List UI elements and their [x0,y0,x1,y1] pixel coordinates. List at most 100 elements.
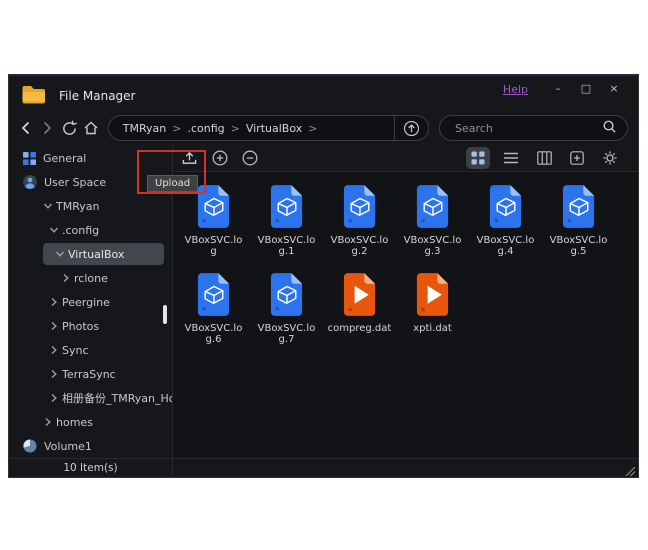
sidebar-item-sync[interactable]: Sync [9,338,172,362]
chevron-right-icon[interactable] [49,393,62,403]
file-name: VBoxSVC.log.2 [331,235,389,257]
sidebar-item-label: homes [56,416,93,429]
file-manager-window: File Manager Help – □ × TMRyan > .config > V… [8,74,639,478]
file-tile-vboxsvc-log-7[interactable]: VBoxSVC.log.7 [250,270,323,358]
log-file-icon [268,185,305,231]
user-icon [23,175,37,189]
file-tile-vboxsvc-log-2[interactable]: VBoxSVC.log.2 [323,182,396,270]
sidebar-item-label: User Space [44,176,106,189]
apps-icon [23,152,36,165]
close-button[interactable]: × [600,81,628,97]
log-file-icon [195,185,232,231]
sidebar-item-rclone[interactable]: rclone [9,266,172,290]
breadcrumb-item-config[interactable]: .config [187,122,224,135]
chevron-right-icon[interactable] [61,273,74,283]
item-count: 10 Item(s) [9,459,173,477]
chevron-right-icon[interactable] [49,345,62,355]
log-file-icon [414,185,451,231]
upload-button[interactable] [177,147,202,169]
home-button[interactable] [80,115,102,141]
disk-icon [23,439,37,453]
sidebar-item-label: Sync [62,344,89,357]
zoom-in-button[interactable] [207,147,232,169]
sidebar-item-photos[interactable]: Photos [9,314,172,338]
log-file-icon [487,185,524,231]
sidebar-item-tmryan[interactable]: TMRyan [9,194,172,218]
breadcrumb-item-tmryan[interactable]: TMRyan [123,122,166,135]
chevron-down-icon[interactable] [49,225,62,235]
file-tile-xpti-dat[interactable]: xpti.dat [396,270,469,358]
sidebar-item-volume1[interactable]: Volume1 [9,434,172,458]
help-link[interactable]: Help [503,83,528,96]
window-title: File Manager [59,89,136,103]
back-button[interactable] [15,115,37,141]
chevron-right-icon[interactable] [43,417,56,427]
sidebar-item-homes[interactable]: homes [9,410,172,434]
sidebar-item-general[interactable]: General [9,146,172,170]
file-tile-vboxsvc-log-3[interactable]: VBoxSVC.log.3 [396,182,469,270]
file-tile-vboxsvc-log-1[interactable]: VBoxSVC.log.1 [250,182,323,270]
file-name: compreg.dat [328,323,392,334]
sidebar-item-label: .config [62,224,99,237]
file-name: VBoxSVC.log.4 [477,235,535,257]
file-name: VBoxSVC.log [185,235,243,257]
sidebar-item-label: TMRyan [56,200,99,213]
sidebar-item-label: General [43,152,86,165]
main-panel: VBoxSVC.log VBoxSVC.log.1 VBoxSVC.log.2 VBo… [172,144,638,459]
chevron-right-icon[interactable] [49,369,62,379]
file-tile-compreg-dat[interactable]: compreg.dat [323,270,396,358]
search-input[interactable] [453,121,602,136]
log-file-icon [341,185,378,231]
log-file-icon [195,273,232,319]
file-tile-vboxsvc-log-4[interactable]: VBoxSVC.log.4 [469,182,542,270]
file-name: VBoxSVC.log.7 [258,323,316,345]
sidebar-item-label: Photos [62,320,99,333]
file-name: VBoxSVC.log.5 [550,235,608,257]
breadcrumb[interactable]: TMRyan>.config>VirtualBox> [108,115,429,141]
sidebar-item-terrasync[interactable]: TerraSync [9,362,172,386]
chevron-right-icon[interactable] [49,297,62,307]
file-tile-vboxsvc-log[interactable]: VBoxSVC.log [177,182,250,270]
column-view-button[interactable] [532,147,556,169]
breadcrumb-trail: TMRyan>.config>VirtualBox> [109,122,394,135]
file-name: xpti.dat [413,323,452,334]
chevron-right-icon[interactable] [49,321,62,331]
list-view-button[interactable] [499,147,523,169]
file-grid: VBoxSVC.log VBoxSVC.log.1 VBoxSVC.log.2 VBo… [173,172,638,459]
sidebar-item-label: 相册备份_TMRyan_Ho [62,390,172,406]
grid-view-button[interactable] [466,147,490,169]
sidebar-item-tmryan-ho[interactable]: 相册备份_TMRyan_Ho [9,386,172,410]
sidebar-item-config[interactable]: .config [9,218,172,242]
dat-file-icon [341,273,378,319]
settings-gear-icon[interactable] [598,147,622,169]
upload-tooltip: Upload [147,175,198,192]
minimize-button[interactable]: – [544,81,572,97]
sidebar-item-label: VirtualBox [68,248,124,261]
forward-button[interactable] [37,115,59,141]
search-icon[interactable] [602,119,617,138]
breadcrumb-separator: > [231,122,240,135]
chevron-down-icon[interactable] [55,249,68,259]
sidebar-item-label: Volume1 [44,440,92,453]
sidebar-item-virtualbox[interactable]: VirtualBox [9,242,172,266]
refresh-button[interactable] [58,115,80,141]
file-tile-vboxsvc-log-5[interactable]: VBoxSVC.log.5 [542,182,615,270]
maximize-button[interactable]: □ [572,81,600,97]
sidebar-item-label: rclone [74,272,108,285]
search-box [439,115,628,141]
sidebar-item-peergine[interactable]: Peergine [9,290,172,314]
file-name: VBoxSVC.log.6 [185,323,243,345]
zoom-out-button[interactable] [237,147,262,169]
chevron-down-icon[interactable] [43,201,56,211]
breadcrumb-separator: > [172,122,181,135]
dat-file-icon [414,273,451,319]
add-view-button[interactable] [565,147,589,169]
navigation-bar: TMRyan>.config>VirtualBox> [9,112,638,144]
status-bar: 10 Item(s) [9,458,638,477]
window-body: General User Space TMRyan .config VirtualBox… [9,144,638,459]
file-tile-vboxsvc-log-6[interactable]: VBoxSVC.log.6 [177,270,250,358]
breadcrumb-item-virtualbox[interactable]: VirtualBox [246,122,302,135]
resize-handle[interactable] [623,462,636,475]
sidebar-scrollbar-thumb[interactable] [163,305,167,324]
go-up-button[interactable] [394,116,428,140]
